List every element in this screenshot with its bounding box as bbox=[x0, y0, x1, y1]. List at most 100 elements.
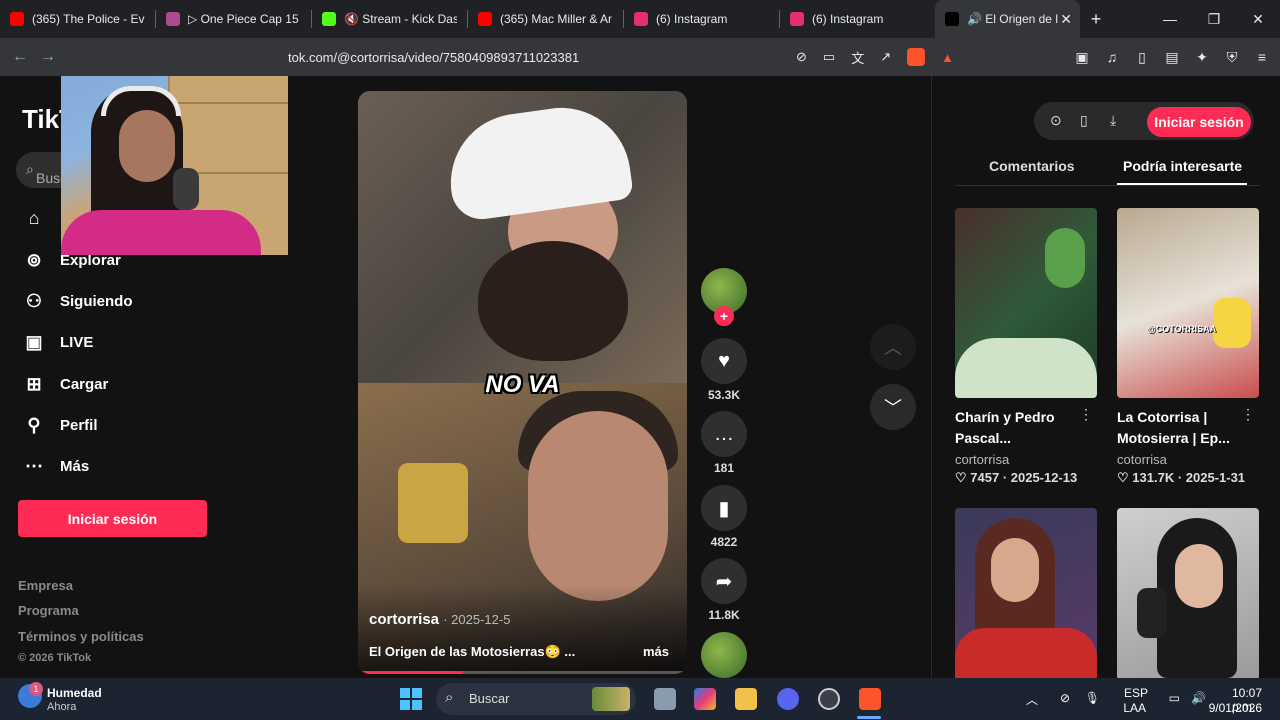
video-thumbnail[interactable] bbox=[955, 208, 1097, 398]
like-action[interactable]: ♥ 53.3K bbox=[701, 338, 747, 402]
follow-plus-icon[interactable]: + bbox=[714, 306, 734, 326]
display-icon[interactable]: ▭ bbox=[1169, 691, 1180, 705]
sidebar-item-live[interactable]: ▣ LIVE bbox=[22, 330, 93, 354]
more-link[interactable]: más bbox=[643, 644, 669, 659]
mic-icon[interactable]: 🎙 bbox=[1085, 691, 1100, 705]
more-options-icon[interactable]: ⋮ bbox=[1241, 406, 1255, 423]
comment-icon[interactable]: … bbox=[701, 411, 747, 457]
comment-count: 181 bbox=[713, 461, 735, 475]
network-off-icon[interactable]: ⊘ bbox=[1060, 691, 1070, 705]
close-tab-icon[interactable]: ✕ bbox=[1060, 11, 1072, 28]
vpn-icon[interactable]: ⛨ bbox=[1224, 49, 1240, 66]
back-icon[interactable]: ← bbox=[6, 48, 34, 66]
prev-video-button[interactable]: ︿ bbox=[870, 324, 916, 370]
video-thumbnail[interactable] bbox=[955, 508, 1097, 678]
browser-tab[interactable]: 🔊 El Origen de l ✕ bbox=[935, 0, 1080, 38]
volume-icon[interactable]: 🔊 bbox=[1191, 691, 1206, 705]
taskbar-search[interactable]: ⌕ Buscar bbox=[436, 683, 636, 715]
sidebar-icon[interactable]: ▯ bbox=[1134, 49, 1150, 66]
taskbar-search-label: Buscar bbox=[469, 691, 510, 706]
bookmark-icon[interactable]: ▮ bbox=[701, 485, 747, 531]
weather-title[interactable]: Humedad bbox=[47, 686, 102, 700]
phone-icon[interactable]: ▯ bbox=[1080, 112, 1088, 129]
author-avatar[interactable]: + bbox=[701, 268, 747, 326]
sidebar-item-cargar[interactable]: ⊞ Cargar bbox=[22, 372, 108, 396]
login-button[interactable]: Iniciar sesión bbox=[18, 500, 207, 537]
brave-taskbar-icon[interactable] bbox=[859, 688, 881, 710]
sidebar-item-perfil[interactable]: ⚲ Perfil bbox=[22, 413, 98, 437]
compass-small-icon[interactable]: ⊙ bbox=[1050, 112, 1062, 129]
minimize-icon[interactable]: — bbox=[1148, 0, 1192, 38]
share-action[interactable]: ➦ 11.8K bbox=[701, 558, 747, 622]
media-icon[interactable]: ♫ bbox=[1104, 49, 1120, 65]
wallet-icon[interactable]: ▤ bbox=[1164, 49, 1180, 66]
video-card[interactable]: Charín y Pedro Pascal... ⋮ cortorrisa ♡ … bbox=[955, 208, 1097, 486]
brave-shield-icon[interactable] bbox=[907, 48, 926, 66]
tiktok-icon bbox=[945, 12, 959, 26]
video-thumbnail[interactable] bbox=[1117, 508, 1259, 678]
youtube-icon bbox=[10, 12, 24, 26]
cast-icon[interactable]: ▭ bbox=[823, 49, 835, 65]
discord-icon[interactable] bbox=[777, 688, 799, 710]
tab-title: (6) Instagram bbox=[656, 12, 728, 26]
heart-icon[interactable]: ♥ bbox=[701, 338, 747, 384]
new-tab-icon[interactable]: + bbox=[1080, 9, 1112, 30]
video-card[interactable]: @COTORRISAA La Cotorrisa | Motosierra | … bbox=[1117, 208, 1259, 486]
tab-comments[interactable]: Comentarios bbox=[989, 158, 1075, 174]
browser-tab[interactable]: 🔇 Stream - Kick Das bbox=[312, 0, 467, 38]
footer-empresa[interactable]: Empresa bbox=[18, 578, 73, 593]
header-login-button[interactable]: Iniciar sesión bbox=[1147, 107, 1251, 137]
lang-label[interactable]: ESP bbox=[1124, 686, 1148, 700]
close-window-icon[interactable]: ✕ bbox=[1236, 0, 1280, 38]
save-action[interactable]: ▮ 4822 bbox=[701, 485, 747, 549]
sidebar-item-siguiendo[interactable]: ⚇ Siguiendo bbox=[22, 289, 133, 313]
download-icon[interactable]: ⤓ bbox=[1110, 112, 1116, 129]
card-author[interactable]: cortorrisa bbox=[955, 452, 1097, 467]
sidebar-item-label: Perfil bbox=[60, 416, 98, 434]
card-title[interactable]: Charín y Pedro Pascal... bbox=[955, 407, 1080, 449]
file-explorer-icon[interactable] bbox=[735, 688, 757, 710]
menu-icon[interactable]: ≡ bbox=[1254, 49, 1270, 65]
video-progress[interactable] bbox=[358, 671, 687, 674]
reader-icon[interactable]: ▣ bbox=[1074, 49, 1090, 66]
footer-programa[interactable]: Programa bbox=[18, 603, 79, 618]
lang-sub-label: LAA bbox=[1123, 701, 1146, 715]
start-icon[interactable] bbox=[400, 688, 422, 710]
video-player[interactable]: NO VA cortorrisa · 2025-12-5 El Origen d… bbox=[358, 91, 687, 674]
card-title[interactable]: La Cotorrisa | Motosierra | Ep... bbox=[1117, 407, 1242, 449]
profile-icon: ⚲ bbox=[27, 414, 41, 435]
sidebar-item-más[interactable]: ⋯ Más bbox=[22, 454, 89, 478]
browser-tab[interactable]: (6) Instagram bbox=[780, 0, 935, 38]
video-author[interactable]: cortorrisa · 2025-12-5 bbox=[369, 611, 510, 628]
forward-icon[interactable]: → bbox=[34, 48, 62, 66]
live-icon: ▣ bbox=[25, 331, 43, 352]
sidebar-item-label: LIVE bbox=[60, 333, 94, 351]
browser-tab[interactable]: (6) Instagram bbox=[624, 0, 779, 38]
browser-tab[interactable]: (365) Mac Miller & Ar bbox=[468, 0, 623, 38]
share-icon[interactable]: ↗ bbox=[880, 49, 891, 65]
comment-action[interactable]: … 181 bbox=[701, 411, 747, 475]
browser-tab[interactable]: ▷ One Piece Cap 15 | bbox=[156, 0, 311, 38]
more-options-icon[interactable]: ⋮ bbox=[1079, 406, 1093, 423]
translate-icon[interactable]: 文 bbox=[851, 48, 864, 67]
card-author[interactable]: cotorrisa bbox=[1117, 452, 1259, 467]
sidebar-item-home[interactable]: ⌂ bbox=[22, 206, 60, 230]
next-video-button[interactable]: ﹀ bbox=[870, 384, 916, 430]
browser-tab[interactable]: (365) The Police - Eve bbox=[0, 0, 155, 38]
leo-icon[interactable]: ✦ bbox=[1194, 49, 1210, 66]
video-thumbnail[interactable]: @COTORRISAA bbox=[1117, 208, 1259, 398]
footer-terms[interactable]: Términos y políticas bbox=[18, 629, 144, 644]
app-icon[interactable] bbox=[818, 688, 840, 710]
webcam-overlay bbox=[61, 76, 288, 255]
m365-icon[interactable] bbox=[694, 688, 716, 710]
maximize-icon[interactable]: ❐ bbox=[1192, 0, 1236, 38]
sound-avatar[interactable] bbox=[701, 632, 747, 678]
brave-rewards-icon[interactable]: ▲ bbox=[941, 50, 954, 65]
task-view-icon[interactable] bbox=[654, 688, 676, 710]
no-autoplay-icon[interactable]: ⊘ bbox=[796, 49, 807, 65]
video-card[interactable] bbox=[1117, 508, 1259, 678]
chevron-up-icon[interactable]: ︿ bbox=[1026, 691, 1038, 708]
video-card[interactable] bbox=[955, 508, 1097, 678]
share-arrow-icon[interactable]: ➦ bbox=[701, 558, 747, 604]
tab-recommended[interactable]: Podría interesarte bbox=[1123, 158, 1242, 174]
